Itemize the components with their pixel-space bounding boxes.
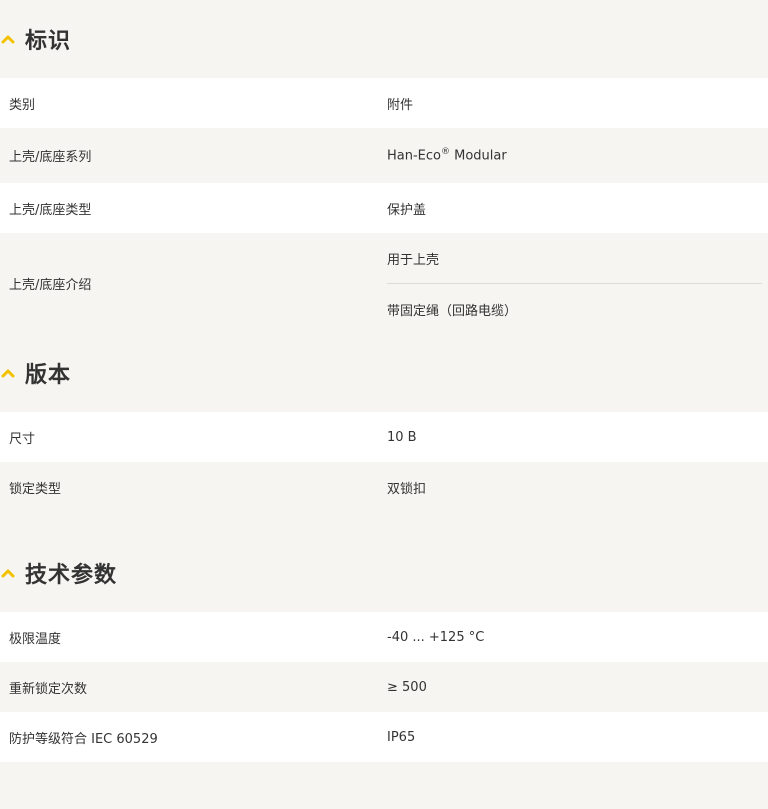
section-version: 版本 尺寸 10 B 锁定类型 双锁扣	[0, 334, 768, 512]
row-value: ≥ 500	[387, 679, 427, 695]
row-label: 防护等级符合 IEC 60529	[9, 731, 158, 747]
row-label: 上壳/底座类型	[9, 202, 92, 218]
row-value: 10 B	[387, 429, 417, 445]
row-label: 锁定类型	[9, 481, 62, 497]
section-header-version[interactable]: 版本	[0, 334, 768, 412]
row-label: 上壳/底座系列	[9, 150, 92, 165]
registered-mark: ®	[441, 147, 450, 158]
chevron-up-icon	[1, 566, 15, 580]
section-header-identification[interactable]: 标识	[0, 0, 768, 78]
row-label: 极限温度	[9, 631, 62, 647]
chevron-up-icon	[1, 32, 15, 46]
table-row: 防护等级符合 IEC 60529 IP65	[0, 712, 768, 762]
section-title: 标识	[25, 29, 72, 54]
row-value-suffix: Modular	[450, 148, 507, 164]
row-value: 保护盖	[387, 202, 427, 218]
row-value-main: Han-Eco	[387, 148, 441, 164]
row-label: 重新锁定次数	[9, 681, 88, 697]
row-value: -40 ... +125 °C	[387, 629, 485, 645]
table-row: 上壳/底座介绍 用于上壳 带固定绳（回路电缆）	[0, 233, 768, 334]
section-title: 技术参数	[25, 563, 118, 588]
row-label: 上壳/底座介绍	[9, 278, 92, 293]
table-row: 上壳/底座系列 Han-Eco® Modular	[0, 128, 768, 183]
row-value: 带固定绳（回路电缆）	[387, 283, 762, 334]
row-value: IP65	[387, 729, 416, 745]
table-row: 尺寸 10 B	[0, 412, 768, 462]
row-value: 双锁扣	[387, 481, 427, 497]
row-label: 尺寸	[9, 431, 36, 447]
table-row: 重新锁定次数 ≥ 500	[0, 662, 768, 712]
chevron-up-icon	[1, 366, 15, 380]
row-value: 附件	[387, 97, 414, 113]
section-identification: 标识 类别 附件 上壳/底座系列 Han-Eco® Modular 上壳/底座类…	[0, 0, 768, 334]
row-value: 用于上壳	[387, 252, 440, 268]
section-technical-data: 技术参数 极限温度 -40 ... +125 °C 重新锁定次数 ≥ 500 防…	[0, 534, 768, 762]
section-title: 版本	[25, 363, 72, 388]
table-row: 类别 附件	[0, 78, 768, 128]
row-label: 类别	[9, 97, 36, 113]
table-row: 极限温度 -40 ... +125 °C	[0, 612, 768, 662]
table-row: 锁定类型 双锁扣	[0, 462, 768, 512]
table-row: 上壳/底座类型 保护盖	[0, 183, 768, 233]
row-value: Han-Eco® Modular	[387, 147, 768, 163]
row-value-list: 用于上壳 带固定绳（回路电缆）	[387, 233, 768, 334]
page-bottom	[0, 762, 768, 786]
section-header-technical-data[interactable]: 技术参数	[0, 534, 768, 612]
